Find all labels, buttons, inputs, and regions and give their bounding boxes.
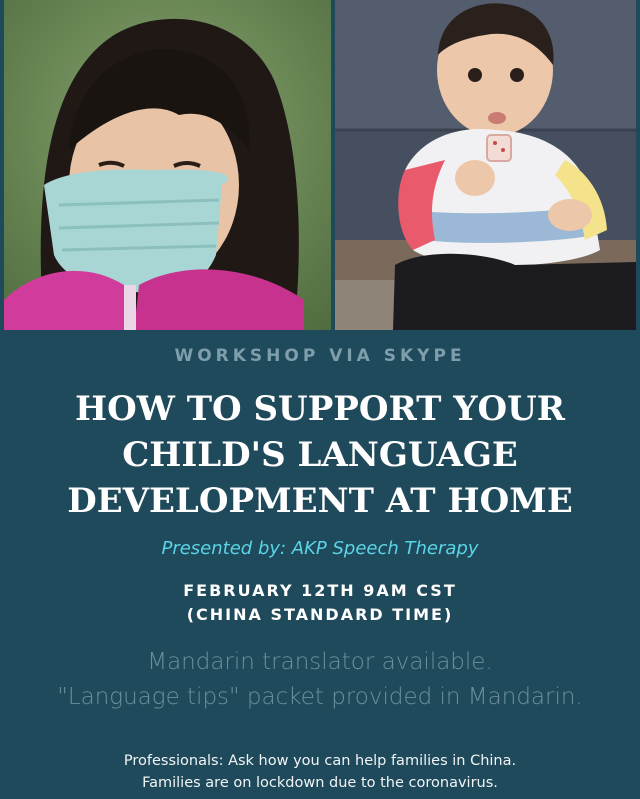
- footer-line-2: Families are on lockdown due to the coro…: [142, 775, 498, 791]
- professionals-footer: Professionals: Ask how you can help fami…: [0, 750, 640, 794]
- notes-line-2: "Language tips" packet provided in Manda…: [57, 684, 583, 710]
- flyer-title: HOW TO SUPPORT YOUR CHILD'S LANGUAGE DEV…: [20, 386, 620, 524]
- event-date: FEBRUARY 12TH 9AM CST (CHINA STANDARD TI…: [0, 579, 640, 627]
- date-line-2: (CHINA STANDARD TIME): [186, 605, 454, 624]
- flyer-content: WORKSHOP VIA SKYPE HOW TO SUPPORT YOUR C…: [0, 330, 640, 799]
- date-line-1: FEBRUARY 12TH 9AM CST: [183, 581, 457, 600]
- flyer: WORKSHOP VIA SKYPE HOW TO SUPPORT YOUR C…: [0, 0, 640, 799]
- notes-line-1: Mandarin translator available.: [147, 649, 493, 675]
- photo-baby-with-toy: [335, 0, 636, 330]
- translation-notes: Mandarin translator available. "Language…: [0, 645, 640, 715]
- photo-child-with-mask: [4, 0, 331, 330]
- photo-row: [4, 0, 636, 330]
- title-line-3: DEVELOPMENT AT HOME: [67, 481, 573, 521]
- baby-with-toy-illustration: [335, 0, 636, 330]
- footer-line-1: Professionals: Ask how you can help fami…: [123, 753, 517, 769]
- title-line-2: CHILD'S LANGUAGE: [122, 435, 518, 475]
- title-line-1: HOW TO SUPPORT YOUR: [74, 389, 566, 429]
- child-with-mask-illustration: [4, 0, 331, 330]
- presenter-line: Presented by: AKP Speech Therapy: [161, 538, 479, 559]
- workshop-eyebrow: WORKSHOP VIA SKYPE: [174, 346, 466, 366]
